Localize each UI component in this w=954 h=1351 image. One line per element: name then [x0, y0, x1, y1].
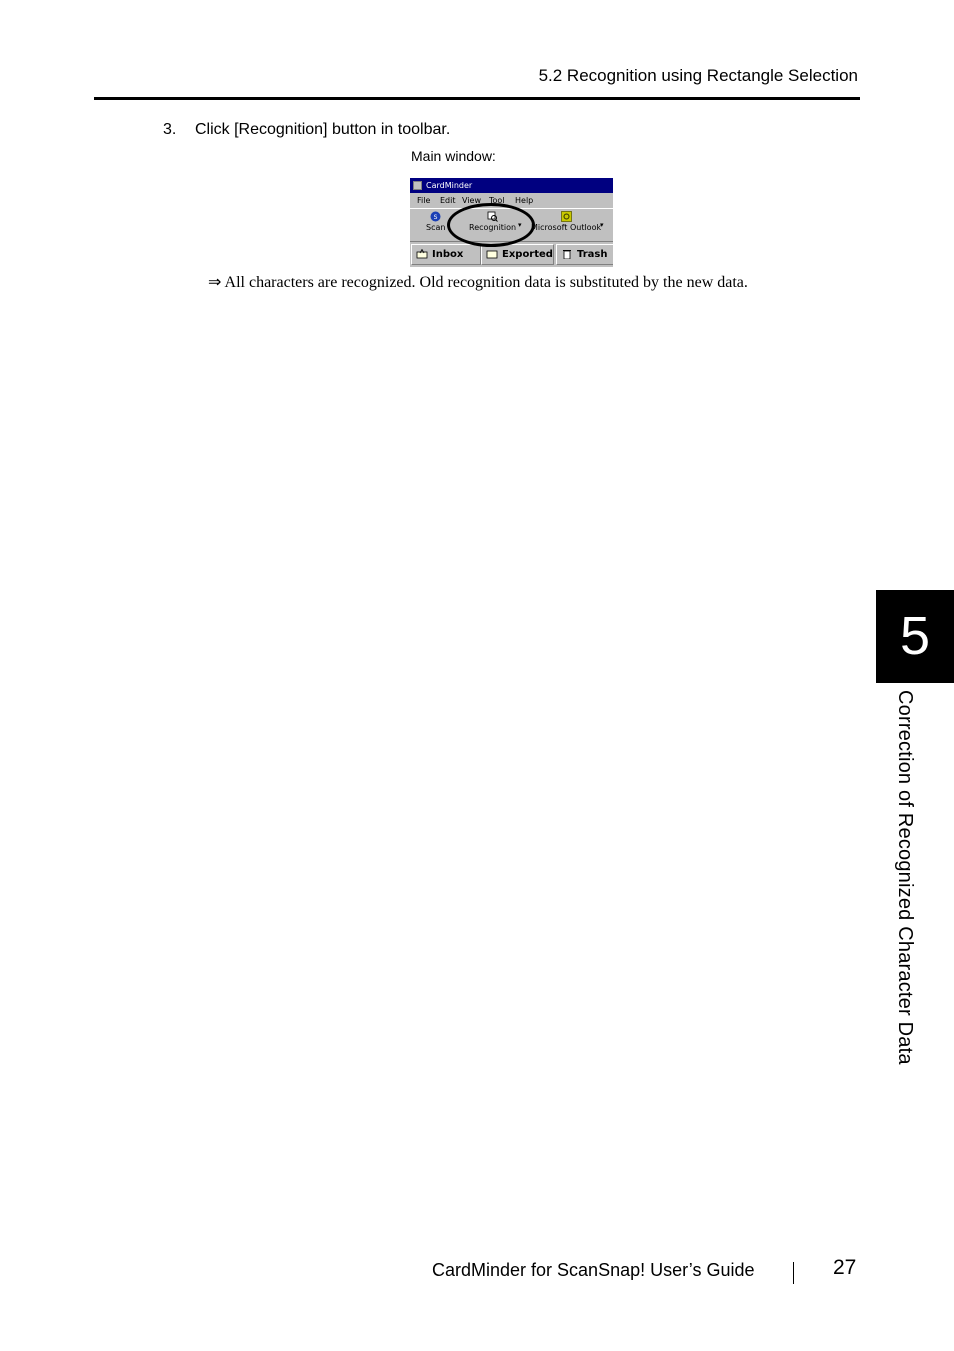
footer-guide-title: CardMinder for ScanSnap! User’s Guide	[432, 1260, 755, 1280]
window-titlebar: CardMinder	[410, 178, 613, 193]
outlook-dropdown-icon[interactable]: ▾	[600, 221, 604, 229]
folder-tabs: Inbox Exported Trash	[410, 242, 613, 267]
menu-edit[interactable]: Edit	[440, 195, 456, 207]
header-rule	[94, 97, 860, 100]
highlight-circle	[447, 203, 535, 247]
outlook-label: Microsoft Outlook	[531, 223, 602, 232]
main-window-screenshot: CardMinder File Edit View Tool Help S Sc…	[410, 178, 613, 267]
tab-inbox[interactable]: Inbox	[411, 244, 481, 265]
result-text: ⇒ All characters are recognized. Old rec…	[208, 274, 748, 291]
figure-caption: Main window:	[411, 148, 496, 164]
outlook-icon	[560, 211, 572, 222]
scan-button[interactable]: S Scan	[426, 211, 445, 232]
app-icon	[413, 181, 422, 190]
page-number: 27	[833, 1256, 857, 1279]
outlook-button[interactable]: Microsoft Outlook	[531, 211, 601, 232]
step-text: Click [Recognition] button in toolbar.	[195, 121, 451, 138]
tab-trash-label: Trash	[577, 249, 608, 260]
svg-text:S: S	[434, 214, 438, 221]
section-header: 5.2 Recognition using Rectangle Selectio…	[538, 66, 858, 85]
menu-file[interactable]: File	[417, 195, 430, 207]
chapter-title: Correction of Recognized Character Data	[894, 690, 916, 1065]
trash-icon	[563, 250, 571, 259]
menu-help[interactable]: Help	[515, 195, 533, 207]
tab-inbox-label: Inbox	[432, 249, 464, 260]
tab-exported-label: Exported	[502, 249, 553, 260]
step-number: 3.	[163, 121, 177, 138]
tab-exported[interactable]: Exported	[481, 244, 554, 265]
step-instruction: 3. Click [Recognition] button in toolbar.	[163, 121, 450, 139]
scan-label: Scan	[426, 223, 446, 232]
scan-icon: S	[430, 211, 441, 222]
exported-icon	[486, 250, 498, 259]
footer-divider	[793, 1262, 794, 1284]
chapter-number: 5	[876, 590, 954, 683]
tab-trash[interactable]: Trash	[556, 244, 613, 265]
inbox-icon	[416, 249, 428, 259]
window-title: CardMinder	[426, 181, 473, 190]
